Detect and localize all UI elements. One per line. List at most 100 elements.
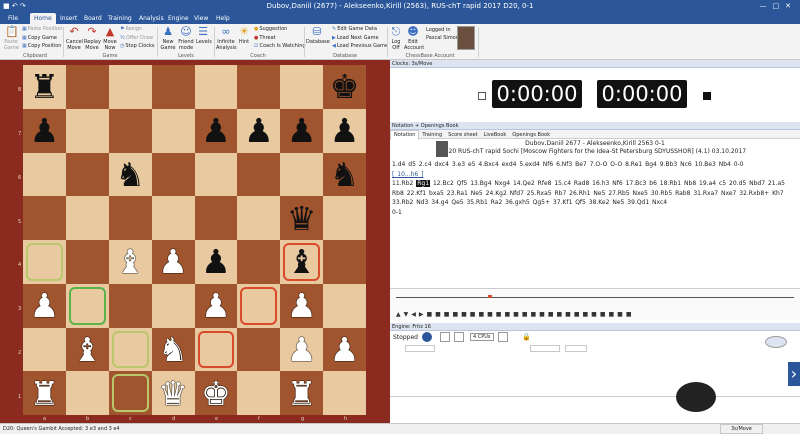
board-square[interactable] (23, 327, 66, 372)
board-square[interactable] (323, 196, 366, 240)
board-square[interactable] (237, 371, 281, 415)
board-square[interactable]: ♞ (323, 152, 366, 197)
board-square[interactable] (194, 65, 238, 109)
edit-game-data-button[interactable]: ✎Edit Game Data (332, 26, 377, 33)
friend-mode-button[interactable]: ☺ Friend mode (177, 26, 195, 52)
white-pawn-icon[interactable]: ♟ (287, 333, 317, 366)
white-pawn-icon[interactable]: ♟ (158, 245, 188, 278)
quick-access-icons[interactable]: ■ ↶ ↷ (3, 0, 26, 12)
board-square[interactable]: ♝ (280, 240, 324, 284)
black-rook-icon[interactable]: ♜ (30, 70, 60, 103)
new-game-button[interactable]: ♟ New Game (160, 26, 176, 52)
board-square[interactable] (151, 65, 195, 109)
tab-home[interactable]: Home (30, 13, 56, 24)
tab-score-sheet[interactable]: Score sheet (445, 131, 480, 140)
edit-account-button[interactable]: ☻ Edit Account (404, 26, 424, 52)
moves-main-line[interactable]: 1.d4 d5 2.c4 dxc4 3.e3 e5 4.Bxc4 exd4 5.… (392, 161, 744, 168)
zoom-in-icon[interactable] (440, 332, 450, 342)
board-square[interactable] (108, 108, 152, 153)
white-pawn-icon[interactable]: ♟ (201, 289, 231, 322)
board-square[interactable]: ♜ (23, 371, 66, 415)
board-square[interactable] (108, 196, 152, 240)
board-square[interactable]: ♟ (280, 283, 324, 328)
window-controls[interactable]: —□✕ (760, 0, 797, 12)
board-square[interactable] (65, 196, 109, 240)
board-square[interactable]: ♚ (194, 371, 238, 415)
navigation-controls[interactable]: ▲▼◀▶■■■■■■■■■■■■■■■■■■■■■■■■ (396, 311, 635, 318)
board-square[interactable]: ♞ (108, 152, 152, 197)
black-queen-icon[interactable]: ♛ (287, 202, 317, 235)
board-square[interactable] (65, 108, 109, 153)
board-square[interactable] (23, 152, 66, 197)
board-square[interactable] (23, 196, 66, 240)
board-square[interactable] (280, 65, 324, 109)
white-queen-icon[interactable]: ♛ (158, 377, 188, 410)
white-king-icon[interactable]: ♚ (201, 377, 231, 410)
board-square[interactable] (23, 240, 66, 284)
resign-button[interactable]: ⚑Resign (120, 26, 142, 33)
cancel-move-button[interactable]: ↶ Cancel Move (66, 26, 83, 52)
tab-insert[interactable]: Insert (56, 13, 81, 24)
board-square[interactable] (151, 196, 195, 240)
white-knight-icon[interactable]: ♞ (158, 333, 188, 366)
tab-engine[interactable]: Engine (164, 13, 193, 24)
board-square[interactable] (237, 152, 281, 197)
board-square[interactable] (108, 65, 152, 109)
board-square[interactable]: ♛ (280, 196, 324, 240)
white-rook-icon[interactable]: ♜ (287, 377, 317, 410)
engine-options-icon[interactable] (498, 332, 508, 342)
evaluation-strip[interactable]: ▲▼◀▶■■■■■■■■■■■■■■■■■■■■■■■■ (390, 288, 800, 320)
board-square[interactable] (65, 283, 109, 328)
board-square[interactable]: ♟ (23, 108, 66, 153)
board-square[interactable]: ♟ (194, 240, 238, 284)
board-square[interactable] (237, 65, 281, 109)
board-square[interactable] (65, 371, 109, 415)
tab-view[interactable]: View (190, 13, 212, 24)
move-now-button[interactable]: ▲ Move Now (102, 26, 118, 52)
chess-board[interactable]: ♜ ♚ ♟ ♟ ♟ ♟ ♟ ♞ ♞ ♛ ♝ ♟ ♟ ♝ ♟ ♟ ♟ ♝ ♞ ♟ ♟ ♜ ♛ ♚ ♜ (23, 65, 366, 415)
tab-openings-book[interactable]: Openings Book (509, 131, 553, 140)
black-knight-icon[interactable]: ♞ (115, 158, 145, 191)
board-square[interactable]: ♟ (280, 108, 324, 153)
board-square[interactable]: ♟ (23, 283, 66, 328)
board-square[interactable]: ♟ (194, 108, 238, 153)
black-pawn-icon[interactable]: ♟ (30, 114, 60, 147)
coach-watching-checkbox[interactable]: ☑Coach Is Watching (254, 43, 306, 50)
board-square[interactable] (194, 327, 238, 372)
tab-analysis[interactable]: Analysis (135, 13, 168, 24)
copy-game-button[interactable]: ▦Copy Game (22, 35, 57, 42)
board-square[interactable] (194, 152, 238, 197)
black-pawn-icon[interactable]: ♟ (287, 114, 317, 147)
copy-position-button[interactable]: ▦Copy Position (22, 43, 61, 50)
black-pawn-icon[interactable]: ♟ (201, 114, 231, 147)
zoom-out-icon[interactable] (454, 332, 464, 342)
board-square[interactable] (65, 152, 109, 197)
white-bishop-icon[interactable]: ♝ (73, 333, 103, 366)
tab-training[interactable]: Training (104, 13, 136, 24)
board-square[interactable] (237, 240, 281, 284)
tab-livebook[interactable]: LiveBook (481, 131, 510, 140)
expand-arrow-icon[interactable]: › (788, 362, 800, 386)
board-square[interactable]: ♟ (323, 108, 366, 153)
white-bishop-icon[interactable]: ♝ (115, 245, 145, 278)
database-button[interactable]: ⛁ Database (306, 26, 330, 46)
tab-file[interactable]: File (4, 13, 22, 24)
board-square[interactable]: ♟ (194, 283, 238, 328)
black-king-icon[interactable]: ♚ (330, 70, 360, 103)
board-square[interactable] (108, 283, 152, 328)
board-square[interactable] (323, 283, 366, 328)
board-square[interactable] (151, 152, 195, 197)
board-square[interactable]: ♟ (151, 240, 195, 284)
replay-move-button[interactable]: ↷ Replay Move (84, 26, 101, 52)
board-square[interactable]: ♜ (280, 371, 324, 415)
threat-button[interactable]: ●Threat (254, 35, 276, 42)
notation-moves[interactable]: 1.d4 d5 2.c4 dxc4 3.e3 e5 4.Bxc4 exd4 5.… (392, 160, 792, 217)
board-square[interactable] (151, 283, 195, 328)
stop-clocks-button[interactable]: ◷Stop Clocks (120, 43, 155, 50)
board-square[interactable] (65, 240, 109, 284)
black-pawn-icon[interactable]: ♟ (201, 245, 231, 278)
board-square[interactable] (323, 371, 366, 415)
board-square[interactable]: ♟ (280, 327, 324, 372)
board-square[interactable] (237, 283, 281, 328)
tab-training[interactable]: Training (419, 131, 445, 140)
